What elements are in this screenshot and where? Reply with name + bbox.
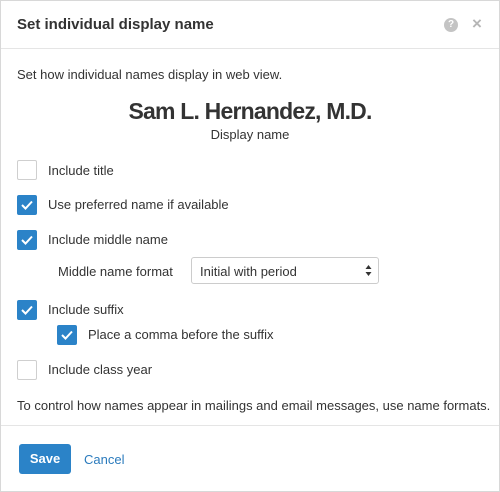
dialog-title: Set individual display name <box>17 16 214 33</box>
include-middle-name-label[interactable]: Include middle name <box>48 232 168 247</box>
include-suffix-checkbox[interactable] <box>17 300 37 320</box>
display-name-preview: Sam L. Hernandez, M.D. <box>128 98 372 124</box>
include-title-checkbox[interactable] <box>17 160 37 180</box>
include-middle-name-checkbox[interactable] <box>17 230 37 250</box>
name-formats-note: To control how names appear in mailings … <box>17 398 491 413</box>
dialog-header: Set individual display name ? × <box>1 1 499 49</box>
use-preferred-name-label[interactable]: Use preferred name if available <box>48 197 229 212</box>
footer-divider <box>1 425 499 426</box>
include-class-year-checkbox[interactable] <box>17 360 37 380</box>
include-title-label[interactable]: Include title <box>48 163 114 178</box>
middle-name-format-select[interactable]: Initial with period <box>191 257 379 284</box>
comma-before-suffix-checkbox[interactable] <box>57 325 77 345</box>
middle-name-format-value: Initial with period <box>200 264 297 279</box>
help-icon[interactable]: ? <box>444 18 458 32</box>
display-name-caption: Display name <box>210 127 290 142</box>
checkmark-icon <box>61 330 73 340</box>
checkmark-icon <box>21 305 33 315</box>
use-preferred-name-checkbox[interactable] <box>17 195 37 215</box>
checkmark-icon <box>21 200 33 210</box>
include-suffix-label[interactable]: Include suffix <box>48 302 124 317</box>
intro-text: Set how individual names display in web … <box>17 67 283 82</box>
checkmark-icon <box>21 235 33 245</box>
include-class-year-label[interactable]: Include class year <box>48 362 152 377</box>
save-button[interactable]: Save <box>19 444 71 474</box>
cancel-button[interactable]: Cancel <box>84 452 124 467</box>
middle-name-format-label: Middle name format <box>58 264 173 279</box>
comma-before-suffix-label[interactable]: Place a comma before the suffix <box>88 327 273 342</box>
display-name-dialog: Set individual display name ? × Set how … <box>0 0 500 492</box>
close-icon[interactable]: × <box>472 15 482 33</box>
select-arrows-icon <box>365 265 372 276</box>
